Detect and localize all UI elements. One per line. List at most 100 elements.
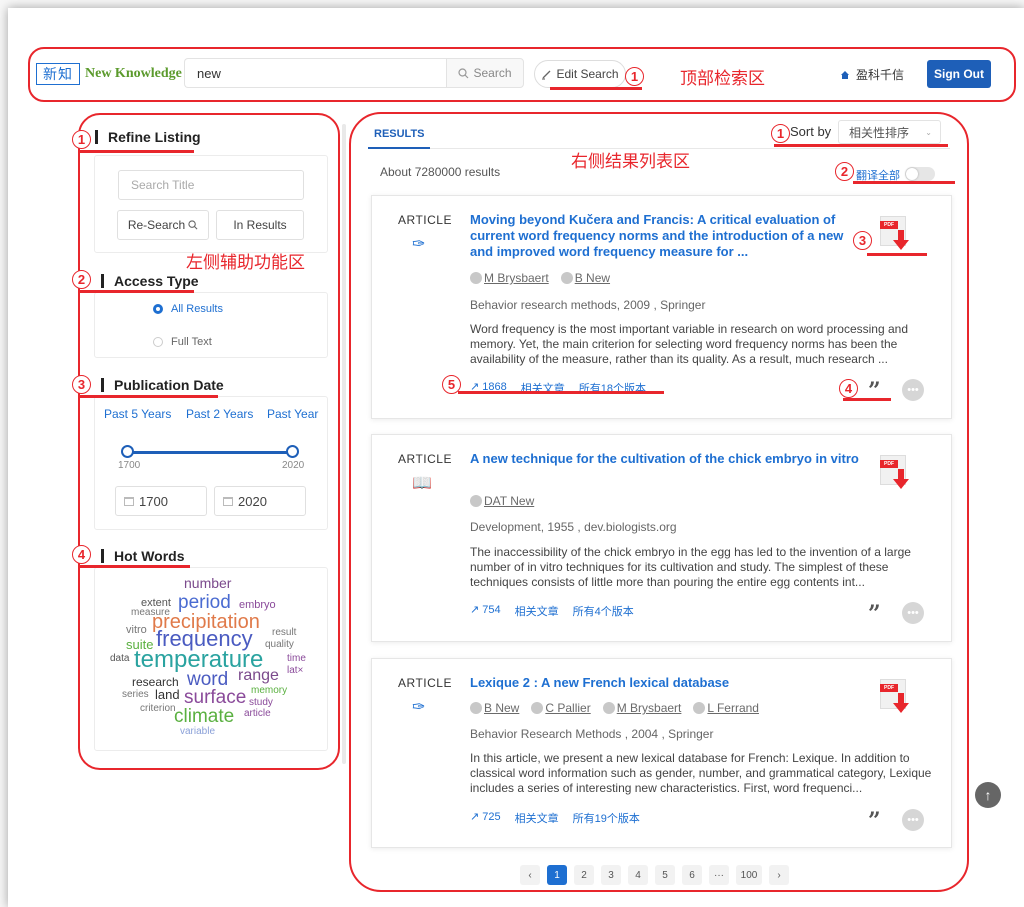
sort-select-value: 相关性排序 [849, 125, 910, 140]
results-tab[interactable]: RESULTS [374, 128, 425, 140]
citation-count[interactable]: ↗ 754 [470, 603, 501, 619]
page-button[interactable]: 5 [655, 865, 675, 885]
pen-icon: ✑ [412, 699, 426, 716]
org-label: 盈科千信 [840, 66, 904, 83]
related-articles-link[interactable]: 相关文章 [515, 603, 559, 619]
author-link[interactable]: L Ferrand [693, 701, 759, 715]
result-title[interactable]: A new technique for the cultivation of t… [470, 451, 862, 467]
all-versions-link[interactable]: 所有18个版本 [579, 380, 646, 396]
pencil-icon [542, 70, 551, 80]
hotword[interactable]: climate [174, 707, 234, 726]
page-button[interactable]: 100 [736, 865, 762, 885]
annotation-number: 1 [625, 67, 644, 86]
author-link[interactable]: B New [470, 701, 519, 715]
quick-date-2y[interactable]: Past 2 Years [186, 407, 253, 421]
author-link[interactable]: M Brysbaert [470, 271, 549, 285]
from-year-input[interactable]: 1700 [115, 486, 207, 516]
all-versions-link[interactable]: 所有19个版本 [573, 810, 640, 826]
edit-search-button[interactable]: Edit Search [534, 60, 626, 88]
hotword[interactable]: number [184, 576, 231, 590]
article-type: ARTICLE [398, 213, 452, 227]
access-option-fulltext[interactable]: Full Text [153, 336, 212, 348]
access-option-all[interactable]: All Results [153, 303, 223, 315]
hotword[interactable]: vitro [126, 625, 147, 636]
quick-date-5y[interactable]: Past 5 Years [104, 407, 171, 421]
sign-out-button[interactable]: Sign Out [927, 60, 991, 88]
hotword[interactable]: data [110, 654, 129, 664]
author-icon [602, 702, 615, 714]
search-title-input[interactable]: Search Title [118, 170, 304, 200]
hotword[interactable]: series [122, 690, 149, 700]
all-versions-link[interactable]: 所有4个版本 [573, 603, 634, 619]
cite-quote-icon[interactable]: ” [868, 810, 881, 832]
author-link[interactable]: DAT New [470, 494, 534, 508]
back-to-top-button[interactable]: ↑ [975, 782, 1001, 808]
author-list: DAT New [470, 494, 534, 508]
annotation-underline [853, 181, 955, 184]
related-articles-link[interactable]: 相关文章 [521, 380, 565, 396]
hotword[interactable]: range [238, 668, 279, 684]
prev-page-button[interactable]: ‹ [520, 865, 540, 885]
page-button[interactable]: 2 [574, 865, 594, 885]
result-abstract: Word frequency is the most important var… [470, 322, 908, 366]
pdf-download-icon[interactable]: PDF [880, 679, 910, 713]
re-search-button[interactable]: Re-Search [117, 210, 209, 240]
logo-mark[interactable]: 新知 [36, 63, 80, 85]
org-name: 盈科千信 [856, 68, 905, 82]
citation-count[interactable]: ↗ 1868 [470, 380, 507, 396]
search-input[interactable]: new [184, 58, 447, 88]
article-type: ARTICLE [398, 676, 452, 690]
more-options-icon[interactable]: ••• [902, 602, 924, 624]
hotword[interactable]: time [287, 654, 306, 664]
more-options-icon[interactable]: ••• [902, 809, 924, 831]
annotation-number: 4 [839, 379, 858, 398]
translate-toggle[interactable] [905, 167, 935, 181]
logo-text[interactable]: New Knowledge [85, 66, 182, 82]
hotword[interactable]: lat× [287, 666, 303, 676]
sort-select[interactable]: 相关性排序 ⌄ [838, 120, 941, 144]
search-icon [188, 220, 198, 230]
author-link[interactable]: M Brysbaert [602, 701, 681, 715]
to-year-input[interactable]: 2020 [214, 486, 306, 516]
author-link[interactable]: C Pallier [531, 701, 591, 715]
annotation-top-area: 顶部检索区 [680, 69, 765, 89]
page-button[interactable]: 4 [628, 865, 648, 885]
year-range-min-label: 1700 [118, 460, 141, 471]
hotword[interactable]: surface [184, 688, 246, 707]
hotword[interactable]: quality [265, 640, 294, 650]
result-title[interactable]: Lexique 2 : A new French lexical databas… [470, 675, 862, 691]
result-title[interactable]: Moving beyond Kučera and Francis: A crit… [470, 212, 862, 260]
radio-unchecked [153, 337, 163, 347]
quick-date-1y[interactable]: Past Year [267, 407, 318, 421]
in-results-button[interactable]: In Results [216, 210, 304, 240]
hotword[interactable]: memory [251, 686, 287, 696]
pdf-download-icon[interactable]: PDF [880, 216, 910, 250]
access-option-label: All Results [171, 303, 223, 315]
year-range-min-handle[interactable] [121, 445, 134, 458]
page-button[interactable]: 1 [547, 865, 567, 885]
next-page-button[interactable]: › [769, 865, 789, 885]
hotword[interactable]: criterion [140, 704, 176, 714]
annotation-number: 4 [72, 545, 91, 564]
result-metrics: ↗ 1868 相关文章 所有18个版本 [470, 380, 646, 396]
related-articles-link[interactable]: 相关文章 [515, 810, 559, 826]
year-range-max-handle[interactable] [286, 445, 299, 458]
citation-count[interactable]: ↗ 725 [470, 810, 501, 826]
more-options-icon[interactable]: ••• [902, 379, 924, 401]
hotword[interactable]: period [178, 593, 231, 612]
hotword[interactable]: result [272, 628, 296, 638]
annotation-number: 3 [72, 375, 91, 394]
author-link[interactable]: B New [560, 271, 610, 285]
cite-quote-icon[interactable]: ” [868, 603, 881, 625]
hotword[interactable]: study [249, 698, 273, 708]
hotword[interactable]: embryo [239, 600, 276, 611]
hotword[interactable]: land [155, 688, 180, 701]
annotation-number: 3 [853, 231, 872, 250]
pdf-download-icon[interactable]: PDF [880, 455, 910, 489]
search-button[interactable]: Search [446, 58, 524, 88]
hotword[interactable]: variable [180, 727, 215, 737]
page-button[interactable]: 3 [601, 865, 621, 885]
page-button[interactable]: 6 [682, 865, 702, 885]
hotword[interactable]: article [244, 709, 271, 719]
sidebar-scrollbar[interactable] [342, 124, 346, 764]
